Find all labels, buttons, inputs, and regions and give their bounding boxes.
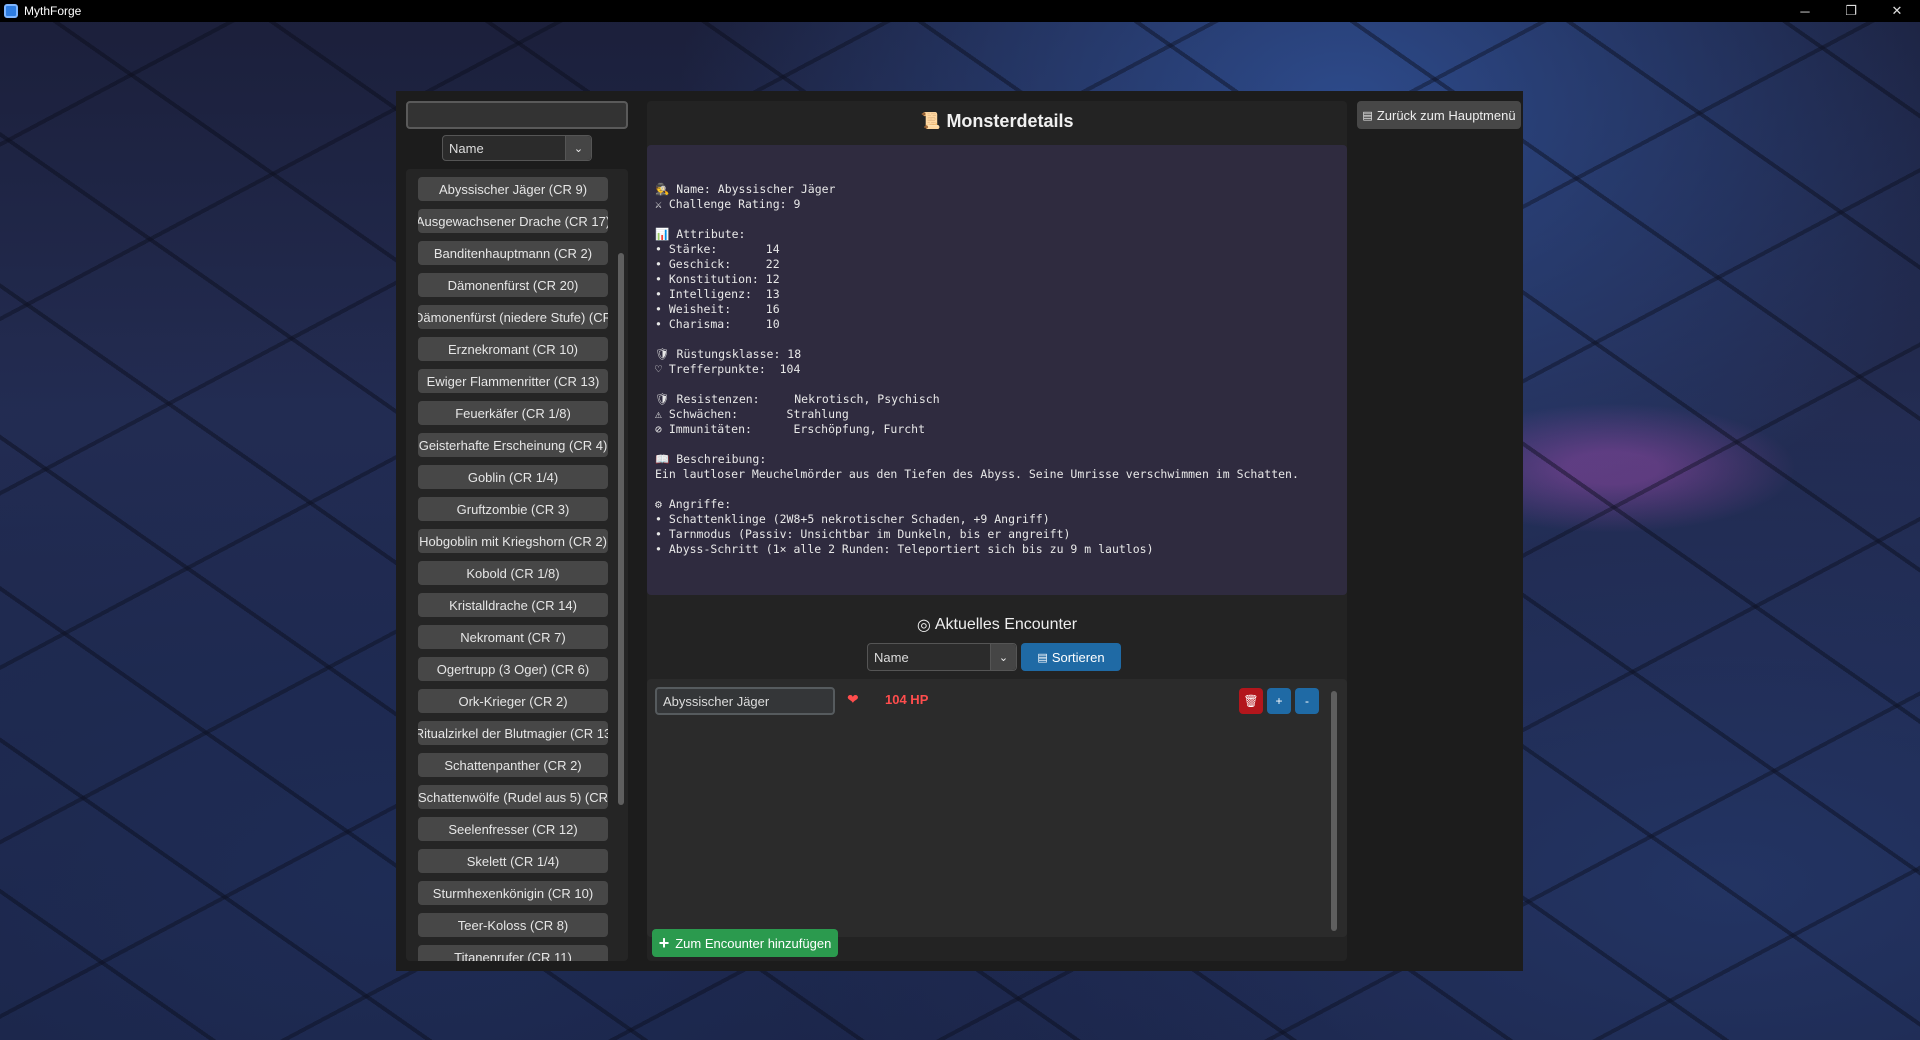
encounter-scrollbar[interactable]: [1331, 691, 1337, 931]
monster-list-item[interactable]: Sturmhexenkönigin (CR 10): [418, 881, 608, 905]
details-line: 🛡 Resistenzen: Nekrotisch, Psychisch: [655, 392, 940, 406]
details-line: [655, 332, 1339, 347]
monster-list-item[interactable]: Ausgewachsener Drache (CR 17): [418, 209, 608, 233]
chevron-down-icon[interactable]: ⌄: [990, 644, 1016, 670]
details-line: ⚠ Schwächen: Strahlung: [655, 407, 849, 421]
details-line: • Abyss-Schritt (1× alle 2 Runden: Telep…: [655, 542, 1154, 556]
encounter-list-panel: Abyssischer Jäger ❤ 104 HP 🗑 + -: [647, 679, 1347, 937]
encounter-entry-name[interactable]: Abyssischer Jäger: [655, 687, 835, 715]
encounter-sort-select[interactable]: Name ⌄: [867, 643, 1017, 671]
app-window: Name ⌄ Abyssischer Jäger (CR 9) Ausgewach…: [396, 91, 1523, 971]
encounter-entry-hp: 104 HP: [885, 692, 929, 707]
details-line: [655, 482, 1339, 497]
scroll-icon: 📜: [920, 113, 941, 130]
monster-list-item[interactable]: Ork-Krieger (CR 2): [418, 689, 608, 713]
encounter-header: ◎ Aktuelles Encounter: [647, 614, 1347, 636]
details-line: [655, 167, 1339, 182]
search-input[interactable]: [406, 101, 628, 129]
sort-button[interactable]: ▤ Sortieren: [1021, 643, 1121, 671]
close-button[interactable]: ✕: [1874, 0, 1920, 22]
details-line: 🛡 Rüstungsklasse: 18: [655, 347, 802, 361]
monster-details-text: 🕵 Name: Abyssischer Jäger ⚔ Challenge Rat…: [647, 145, 1347, 595]
details-line: ⊘ Immunitäten: Erschöpfung, Furcht: [655, 422, 926, 436]
details-line: Ein lautloser Meuchelmörder aus den Tief…: [655, 467, 1299, 481]
target-icon: ◎: [916, 617, 931, 634]
monster-list-item[interactable]: Titanenrufer (CR 11): [418, 945, 608, 961]
monster-list-item[interactable]: Goblin (CR 1/4): [418, 465, 608, 489]
details-line: 📊 Attribute:: [655, 227, 746, 241]
monster-list-item[interactable]: Geisterhafte Erscheinung (CR 4): [418, 433, 608, 457]
details-header: 📜 Monsterdetails: [647, 101, 1347, 141]
monster-list-item[interactable]: Banditenhauptmann (CR 2): [418, 241, 608, 265]
chevron-down-icon[interactable]: ⌄: [565, 136, 591, 160]
heart-icon: ❤: [847, 691, 859, 707]
details-line: • Schattenklinge (2W8+5 nekrotischer Sch…: [655, 512, 1050, 526]
window-titlebar: MythForge ─ ❐ ✕: [0, 0, 1920, 22]
list-sort-select[interactable]: Name ⌄: [442, 135, 592, 161]
minimize-button[interactable]: ─: [1782, 0, 1828, 22]
details-line: • Konstitution: 12: [655, 272, 780, 286]
details-line: ♡ Trefferpunkte: 104: [655, 362, 801, 376]
monster-list-item[interactable]: Kobold (CR 1/8): [418, 561, 608, 585]
hp-minus-button[interactable]: -: [1295, 688, 1319, 714]
monster-list-item[interactable]: Teer-Koloss (CR 8): [418, 913, 608, 937]
back-to-main-menu-button[interactable]: ▤ Zurück zum Hauptmenü: [1357, 101, 1521, 129]
details-line: 📖 Beschreibung:: [655, 452, 767, 466]
monster-list-item[interactable]: Dämonenfürst (niedere Stufe) (CR: [418, 305, 608, 329]
middle-column: 📜 Monsterdetails 🕵 Name: Abyssischer Jäg…: [647, 101, 1347, 961]
monster-list-item[interactable]: Seelenfresser (CR 12): [418, 817, 608, 841]
sort-icon: ▤: [1037, 651, 1048, 664]
monster-list-item[interactable]: Ogertrupp (3 Oger) (CR 6): [418, 657, 608, 681]
monster-list-item[interactable]: Abyssischer Jäger (CR 9): [418, 177, 608, 201]
details-line: • Stärke: 14: [655, 242, 780, 256]
sort-button-label: Sortieren: [1051, 649, 1105, 665]
details-line: ⚔ Challenge Rating: 9: [655, 197, 801, 211]
monster-list-item[interactable]: Feuerkäfer (CR 1/8): [418, 401, 608, 425]
monster-list-item[interactable]: Ritualzirkel der Blutmagier (CR 13: [418, 721, 608, 745]
encounter-title: Aktuelles Encounter: [934, 616, 1078, 633]
details-line: ⚙ Angriffe:: [655, 497, 732, 511]
details-line: • Charisma: 10: [655, 317, 780, 331]
monster-list: Abyssischer Jäger (CR 9) Ausgewachsener D…: [418, 177, 608, 961]
plus-icon: +: [658, 932, 670, 953]
details-line: • Weisheit: 16: [655, 302, 780, 316]
details-line: • Geschick: 22: [655, 257, 780, 271]
monster-list-item[interactable]: Skelett (CR 1/4): [418, 849, 608, 873]
monster-list-item[interactable]: Hobgoblin mit Kriegshorn (CR 2): [418, 529, 608, 553]
encounter-entry: Abyssischer Jäger ❤ 104 HP 🗑 + -: [655, 687, 1325, 715]
monster-list-item[interactable]: Kristalldrache (CR 14): [418, 593, 608, 617]
details-title: Monsterdetails: [946, 110, 1074, 131]
encounter-sort-value: Name: [874, 649, 909, 665]
monster-list-scrollbar[interactable]: [618, 253, 624, 805]
monster-list-item[interactable]: Dämonenfürst (CR 20): [418, 273, 608, 297]
window-title: MythForge: [24, 4, 82, 18]
delete-button[interactable]: 🗑: [1239, 688, 1263, 714]
add-to-encounter-button[interactable]: + Zum Encounter hinzufügen: [652, 929, 838, 957]
restore-button[interactable]: ❐: [1828, 0, 1874, 22]
monster-list-item[interactable]: Schattenpanther (CR 2): [418, 753, 608, 777]
monster-list-item[interactable]: Schattenwölfe (Rudel aus 5) (CR: [418, 785, 608, 809]
monster-list-item[interactable]: Ewiger Flammenritter (CR 13): [418, 369, 608, 393]
monster-list-panel: Abyssischer Jäger (CR 9) Ausgewachsener D…: [406, 169, 628, 961]
hp-plus-button[interactable]: +: [1267, 688, 1291, 714]
details-line: • Intelligenz: 13: [655, 287, 780, 301]
details-line: [655, 212, 1339, 227]
monster-list-item[interactable]: Gruftzombie (CR 3): [418, 497, 608, 521]
list-sort-value: Name: [449, 140, 484, 156]
menu-icon: ▤: [1362, 109, 1373, 122]
details-line: 🕵 Name: Abyssischer Jäger: [655, 182, 836, 196]
app-icon: [4, 4, 18, 18]
details-line: [655, 437, 1339, 452]
details-line: [655, 377, 1339, 392]
add-to-encounter-label: Zum Encounter hinzufügen: [675, 935, 832, 951]
monster-list-item[interactable]: Nekromant (CR 7): [418, 625, 608, 649]
details-line: • Tarnmodus (Passiv: Unsichtbar im Dunke…: [655, 527, 1071, 541]
back-to-main-menu-label: Zurück zum Hauptmenü: [1376, 107, 1516, 123]
monster-list-item[interactable]: Erznekromant (CR 10): [418, 337, 608, 361]
